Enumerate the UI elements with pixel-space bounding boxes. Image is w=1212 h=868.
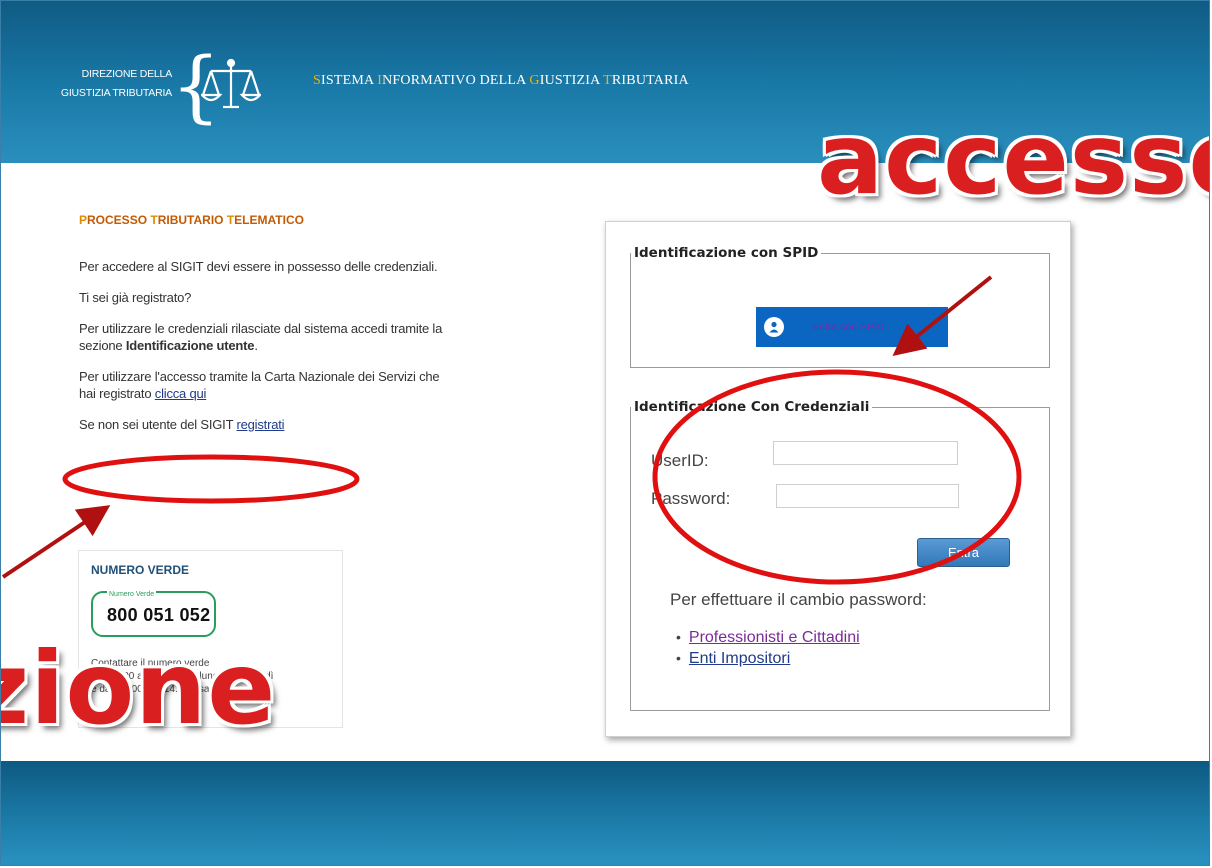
password-input[interactable] (776, 484, 959, 508)
section-title: PROCESSO TRIBUTARIO TELEMATICO (79, 213, 304, 227)
scales-of-justice-icon (201, 58, 261, 109)
spid-login-button[interactable]: Entra con SPID (756, 307, 948, 347)
register-prompt: Se non sei utente del SIGIT registrati (79, 417, 285, 432)
footer-banner (1, 761, 1209, 865)
login-panel: Identificazione con SPID Entra con SPID … (605, 221, 1071, 737)
badge-label: Numero Verde (107, 591, 157, 598)
credentials-instructions: Per utilizzare le credenziali rilasciate… (79, 321, 443, 353)
credentials-legend: Identificazione Con Credenziali (634, 399, 870, 415)
org-name: DIREZIONE DELLA GIUSTIZIA TRIBUTARIA (36, 65, 172, 103)
overlay-word-bottom: zione (0, 630, 277, 747)
system-name: SISTEMA INFORMATIVO DELLA GIUSTIZIA TRIB… (313, 73, 689, 88)
register-link[interactable]: registrati (236, 417, 284, 432)
overlay-word-top: accesso (817, 103, 1209, 217)
org-line-2: GIUSTIZIA TRIBUTARIA (60, 87, 172, 99)
cns-instructions: Per utilizzare l'accesso tramite la Cart… (79, 369, 440, 401)
spid-fieldset: Identificazione con SPID Entra con SPID (630, 245, 1050, 368)
list-item: Professionisti e Cittadini (676, 627, 860, 648)
register-highlight-ellipse (62, 454, 360, 504)
change-password-links: Professionisti e Cittadini Enti Imposito… (676, 627, 860, 669)
professionisti-link[interactable]: Professionisti e Cittadini (689, 629, 860, 646)
enter-button[interactable]: Entra (917, 538, 1010, 567)
change-password-text: Per effettuare il cambio password: (670, 590, 927, 609)
userid-input[interactable] (773, 441, 958, 465)
page-frame: DIREZIONE DELLA GIUSTIZIA TRIBUTARIA { S… (0, 0, 1210, 866)
phone-number: 800 051 052 (107, 605, 211, 625)
user-icon (764, 317, 784, 337)
credentials-note: Per accedere al SIGIT devi essere in pos… (79, 259, 438, 274)
password-label: Password: (651, 489, 731, 508)
numero-verde-title: NUMERO VERDE (91, 563, 190, 577)
list-item: Enti Impositori (676, 648, 860, 669)
spid-legend: Identificazione con SPID (634, 245, 819, 261)
userid-label: UserID: (651, 451, 709, 470)
cns-link[interactable]: clicca qui (155, 386, 207, 401)
enti-impositori-link[interactable]: Enti Impositori (689, 650, 790, 667)
spid-button-label: Entra con SPID (812, 321, 885, 333)
registered-question: Ti sei già registrato? (79, 290, 192, 305)
intro-section: PROCESSO TRIBUTARIO TELEMATICO Per acced… (79, 213, 459, 447)
org-line-1: DIREZIONE DELLA (81, 68, 173, 80)
